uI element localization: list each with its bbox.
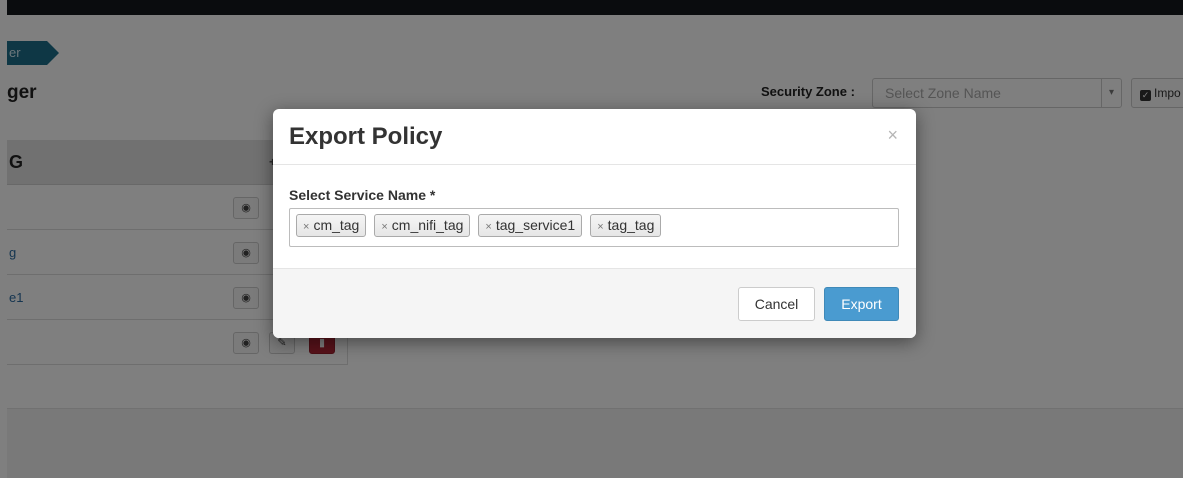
service-name-label: Select Service Name * xyxy=(289,187,436,203)
cancel-button[interactable]: Cancel xyxy=(738,287,815,321)
tag-label: tag_service1 xyxy=(495,217,576,233)
export-button[interactable]: Export xyxy=(824,287,899,321)
remove-tag-icon[interactable]: × xyxy=(485,221,491,233)
tag-label: tag_tag xyxy=(607,217,655,233)
remove-tag-icon[interactable]: × xyxy=(381,221,387,233)
selected-service-tag: × cm_tag xyxy=(296,214,367,237)
dialog-body: Select Service Name * × cm_tag × cm_nifi_t… xyxy=(273,165,916,269)
dialog-footer: Cancel Export xyxy=(273,269,916,338)
remove-tag-icon[interactable]: × xyxy=(303,221,309,233)
close-icon[interactable]: × xyxy=(887,125,898,145)
tag-label: cm_nifi_tag xyxy=(391,217,464,233)
tag-label: cm_tag xyxy=(313,217,360,233)
dialog-title: Export Policy xyxy=(289,123,443,150)
remove-tag-icon[interactable]: × xyxy=(597,221,603,233)
selected-service-tag: × tag_tag xyxy=(590,214,662,237)
dialog-header: Export Policy × xyxy=(273,109,916,165)
selected-service-tag: × cm_nifi_tag xyxy=(374,214,471,237)
selected-service-tag: × tag_service1 xyxy=(478,214,583,237)
export-policy-dialog: Export Policy × Select Service Name * × c… xyxy=(273,109,916,338)
service-name-multiselect[interactable]: × cm_tag × cm_nifi_tag × tag_service1 × tag_… xyxy=(289,208,899,247)
